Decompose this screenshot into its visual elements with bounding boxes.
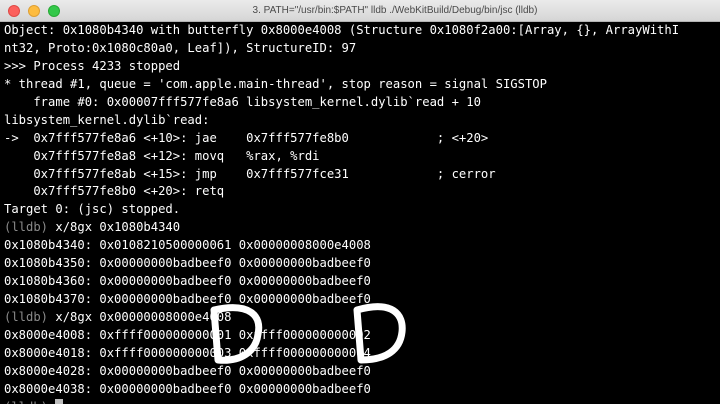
terminal-line: 0x8000e4038: 0x00000000badbeef0 0x000000…	[4, 381, 716, 399]
terminal-line: (lldb)	[4, 398, 716, 404]
terminal-line: 0x7fff577fe8a8 <+12>: movq %rax, %rdi	[4, 148, 716, 166]
terminal-line: Object: 0x1080b4340 with butterfly 0x800…	[4, 22, 716, 40]
terminal-output[interactable]: Object: 0x1080b4340 with butterfly 0x800…	[0, 22, 720, 404]
terminal-line: 0x1080b4340: 0x0108210500000061 0x000000…	[4, 237, 716, 255]
terminal-line-text: nt32, Proto:0x1080c80a0, Leaf]), Structu…	[4, 40, 357, 55]
terminal-line-text	[48, 400, 55, 404]
terminal-line-text: Target 0: (jsc) stopped.	[4, 202, 181, 217]
terminal-line: frame #0: 0x00007fff577fe8a6 libsystem_k…	[4, 94, 716, 112]
terminal-line-text: 0x7fff577fe8a8 <+12>: movq %rax, %rdi	[4, 148, 320, 163]
terminal-line: -> 0x7fff577fe8a6 <+10>: jae 0x7fff577fe…	[4, 130, 716, 148]
terminal-line-text: 0x1080b4340: 0x0108210500000061 0x000000…	[4, 238, 371, 253]
terminal-line-text: 0x8000e4038: 0x00000000badbeef0 0x000000…	[4, 381, 371, 396]
terminal-line: libsystem_kernel.dylib`read:	[4, 112, 716, 130]
terminal-line: (lldb) x/8gx 0x1080b4340	[4, 219, 716, 237]
terminal-line: 0x8000e4008: 0xffff000000000001 0xffff00…	[4, 327, 716, 345]
window-title: 3. PATH="/usr/bin:$PATH" lldb ./WebKitBu…	[252, 5, 538, 16]
terminal-line: >>> Process 4233 stopped	[4, 58, 716, 76]
terminal-line-text: frame #0: 0x00007fff577fe8a6 libsystem_k…	[4, 94, 481, 109]
terminal-line-text: 0x7fff577fe8b0 <+20>: retq	[4, 184, 225, 199]
terminal-line: 0x1080b4370: 0x00000000badbeef0 0x000000…	[4, 291, 716, 309]
terminal-line: 0x8000e4028: 0x00000000badbeef0 0x000000…	[4, 363, 716, 381]
terminal-line-text: 0x8000e4008: 0xffff000000000001 0xffff00…	[4, 327, 371, 342]
terminal-line-text: x/8gx 0x1080b4340	[48, 220, 181, 235]
terminal-line-text: 0x8000e4028: 0x00000000badbeef0 0x000000…	[4, 363, 371, 378]
terminal-line-text: >>> Process 4233 stopped	[4, 58, 181, 73]
terminal-line: 0x8000e4018: 0xffff000000000003 0xffff00…	[4, 345, 716, 363]
terminal-line: nt32, Proto:0x1080c80a0, Leaf]), Structu…	[4, 40, 716, 58]
lldb-prompt: (lldb)	[4, 220, 49, 235]
terminal-line-text: libsystem_kernel.dylib`read:	[4, 112, 210, 127]
terminal-line-text: 0x1080b4360: 0x00000000badbeef0 0x000000…	[4, 274, 371, 289]
text-cursor	[55, 398, 64, 404]
terminal-line: 0x1080b4350: 0x00000000badbeef0 0x000000…	[4, 255, 716, 273]
terminal-line: 0x7fff577fe8ab <+15>: jmp 0x7fff577fce31…	[4, 166, 716, 184]
terminal-line: Target 0: (jsc) stopped.	[4, 201, 716, 219]
terminal-line-text: 0x1080b4350: 0x00000000badbeef0 0x000000…	[4, 256, 371, 271]
terminal-line: 0x1080b4360: 0x00000000badbeef0 0x000000…	[4, 273, 716, 291]
title-bar[interactable]: 3. PATH="/usr/bin:$PATH" lldb ./WebKitBu…	[0, 0, 720, 22]
terminal-line-text: 0x1080b4370: 0x00000000badbeef0 0x000000…	[4, 292, 371, 307]
terminal-line-text: x/8gx 0x00000008000e4008	[48, 310, 232, 324]
terminal-line: (lldb) x/8gx 0x00000008000e4008	[4, 309, 716, 327]
terminal-window: 3. PATH="/usr/bin:$PATH" lldb ./WebKitBu…	[0, 0, 720, 404]
terminal-line-text: -> 0x7fff577fe8a6 <+10>: jae 0x7fff577fe…	[4, 130, 489, 145]
terminal-line: 0x7fff577fe8b0 <+20>: retq	[4, 183, 716, 201]
lldb-prompt: (lldb)	[4, 400, 48, 404]
terminal-line: * thread #1, queue = 'com.apple.main-thr…	[4, 76, 716, 94]
terminal-line-text: * thread #1, queue = 'com.apple.main-thr…	[4, 76, 547, 91]
lldb-prompt: (lldb)	[4, 310, 49, 324]
terminal-line-text: Object: 0x1080b4340 with butterfly 0x800…	[4, 23, 680, 37]
terminal-line-text: 0x7fff577fe8ab <+15>: jmp 0x7fff577fce31…	[4, 166, 496, 181]
terminal-line-text: 0x8000e4018: 0xffff000000000003 0xffff00…	[4, 345, 371, 360]
